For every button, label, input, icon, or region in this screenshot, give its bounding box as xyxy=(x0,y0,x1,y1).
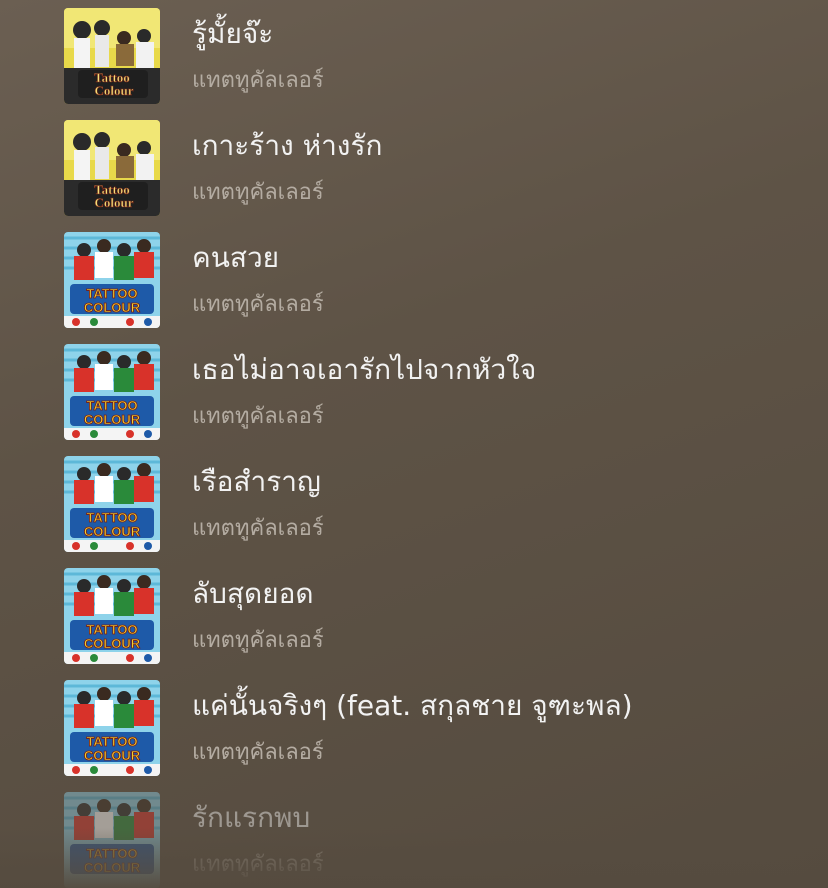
song-artist: แทตทูคัลเลอร์ xyxy=(192,68,324,93)
song-row[interactable]: TATTOO COLOUR รักแรกพบ แทตทูคัลเลอร์ xyxy=(0,784,828,888)
svg-text:TATTOO: TATTOO xyxy=(86,846,137,861)
album-art-icon: TATTOO COLOUR xyxy=(64,568,160,664)
song-title: รักแรกพบ xyxy=(192,801,311,834)
svg-text:COLOUR: COLOUR xyxy=(84,860,141,875)
song-title: แค่นั้นจริงๆ (feat. สกุลชาย จูฑะพล) xyxy=(192,689,633,722)
svg-text:Colour: Colour xyxy=(95,83,134,98)
song-row[interactable]: TATTOO COLOUR แค่นั้นจริงๆ (feat. สกุลชา… xyxy=(0,672,828,784)
album-art-icon: TATTOO COLOUR xyxy=(64,344,160,440)
svg-text:COLOUR: COLOUR xyxy=(84,636,141,651)
svg-text:COLOUR: COLOUR xyxy=(84,748,141,763)
album-art-icon: TATTOO COLOUR xyxy=(64,792,160,888)
song-row[interactable]: Tattoo Colour รู้มั้ยจ๊ะ แทตทูคัลเลอร์ xyxy=(0,0,828,112)
song-title: เรือสำราญ xyxy=(192,465,321,498)
svg-text:TATTOO: TATTOO xyxy=(86,286,137,301)
song-title: ลับสุดยอด xyxy=(192,577,314,610)
svg-text:COLOUR: COLOUR xyxy=(84,412,141,427)
album-art-icon: TATTOO COLOUR xyxy=(64,680,160,776)
song-title: รู้มั้ยจ๊ะ xyxy=(192,17,274,50)
svg-text:COLOUR: COLOUR xyxy=(84,524,141,539)
svg-text:TATTOO: TATTOO xyxy=(86,510,137,525)
album-art-icon: TATTOO COLOUR xyxy=(64,456,160,552)
song-artist: แทตทูคัลเลอร์ xyxy=(192,292,324,317)
album-art-icon: Tattoo Colour xyxy=(64,120,160,216)
svg-text:TATTOO: TATTOO xyxy=(86,398,137,413)
song-row[interactable]: TATTOO COLOUR คนสวย แทตทูคัลเลอร์ xyxy=(0,224,828,336)
svg-text:TATTOO: TATTOO xyxy=(86,734,137,749)
album-art-icon: TATTOO COLOUR xyxy=(64,232,160,328)
song-artist: แทตทูคัลเลอร์ xyxy=(192,628,324,653)
song-row[interactable]: Tattoo Colour เกาะร้าง ห่างรัก แทตทูคัลเ… xyxy=(0,112,828,224)
svg-text:Colour: Colour xyxy=(95,195,134,210)
song-title: เกาะร้าง ห่างรัก xyxy=(192,129,383,162)
song-artist: แทตทูคัลเลอร์ xyxy=(192,852,324,877)
svg-text:TATTOO: TATTOO xyxy=(86,622,137,637)
svg-text:COLOUR: COLOUR xyxy=(84,300,141,315)
song-title: คนสวย xyxy=(192,241,280,274)
song-row[interactable]: TATTOO COLOUR เรือสำราญ แทตทูคัลเลอร์ xyxy=(0,448,828,560)
song-row[interactable]: TATTOO COLOUR เธอไม่อาจเอารักไปจากหัวใจ … xyxy=(0,336,828,448)
song-artist: แทตทูคัลเลอร์ xyxy=(192,180,324,205)
song-title: เธอไม่อาจเอารักไปจากหัวใจ xyxy=(192,353,537,386)
song-row[interactable]: TATTOO COLOUR ลับสุดยอด แทตทูคัลเลอร์ xyxy=(0,560,828,672)
song-artist: แทตทูคัลเลอร์ xyxy=(192,516,324,541)
song-artist: แทตทูคัลเลอร์ xyxy=(192,740,324,765)
album-art-icon: Tattoo Colour xyxy=(64,8,160,104)
song-artist: แทตทูคัลเลอร์ xyxy=(192,404,324,429)
